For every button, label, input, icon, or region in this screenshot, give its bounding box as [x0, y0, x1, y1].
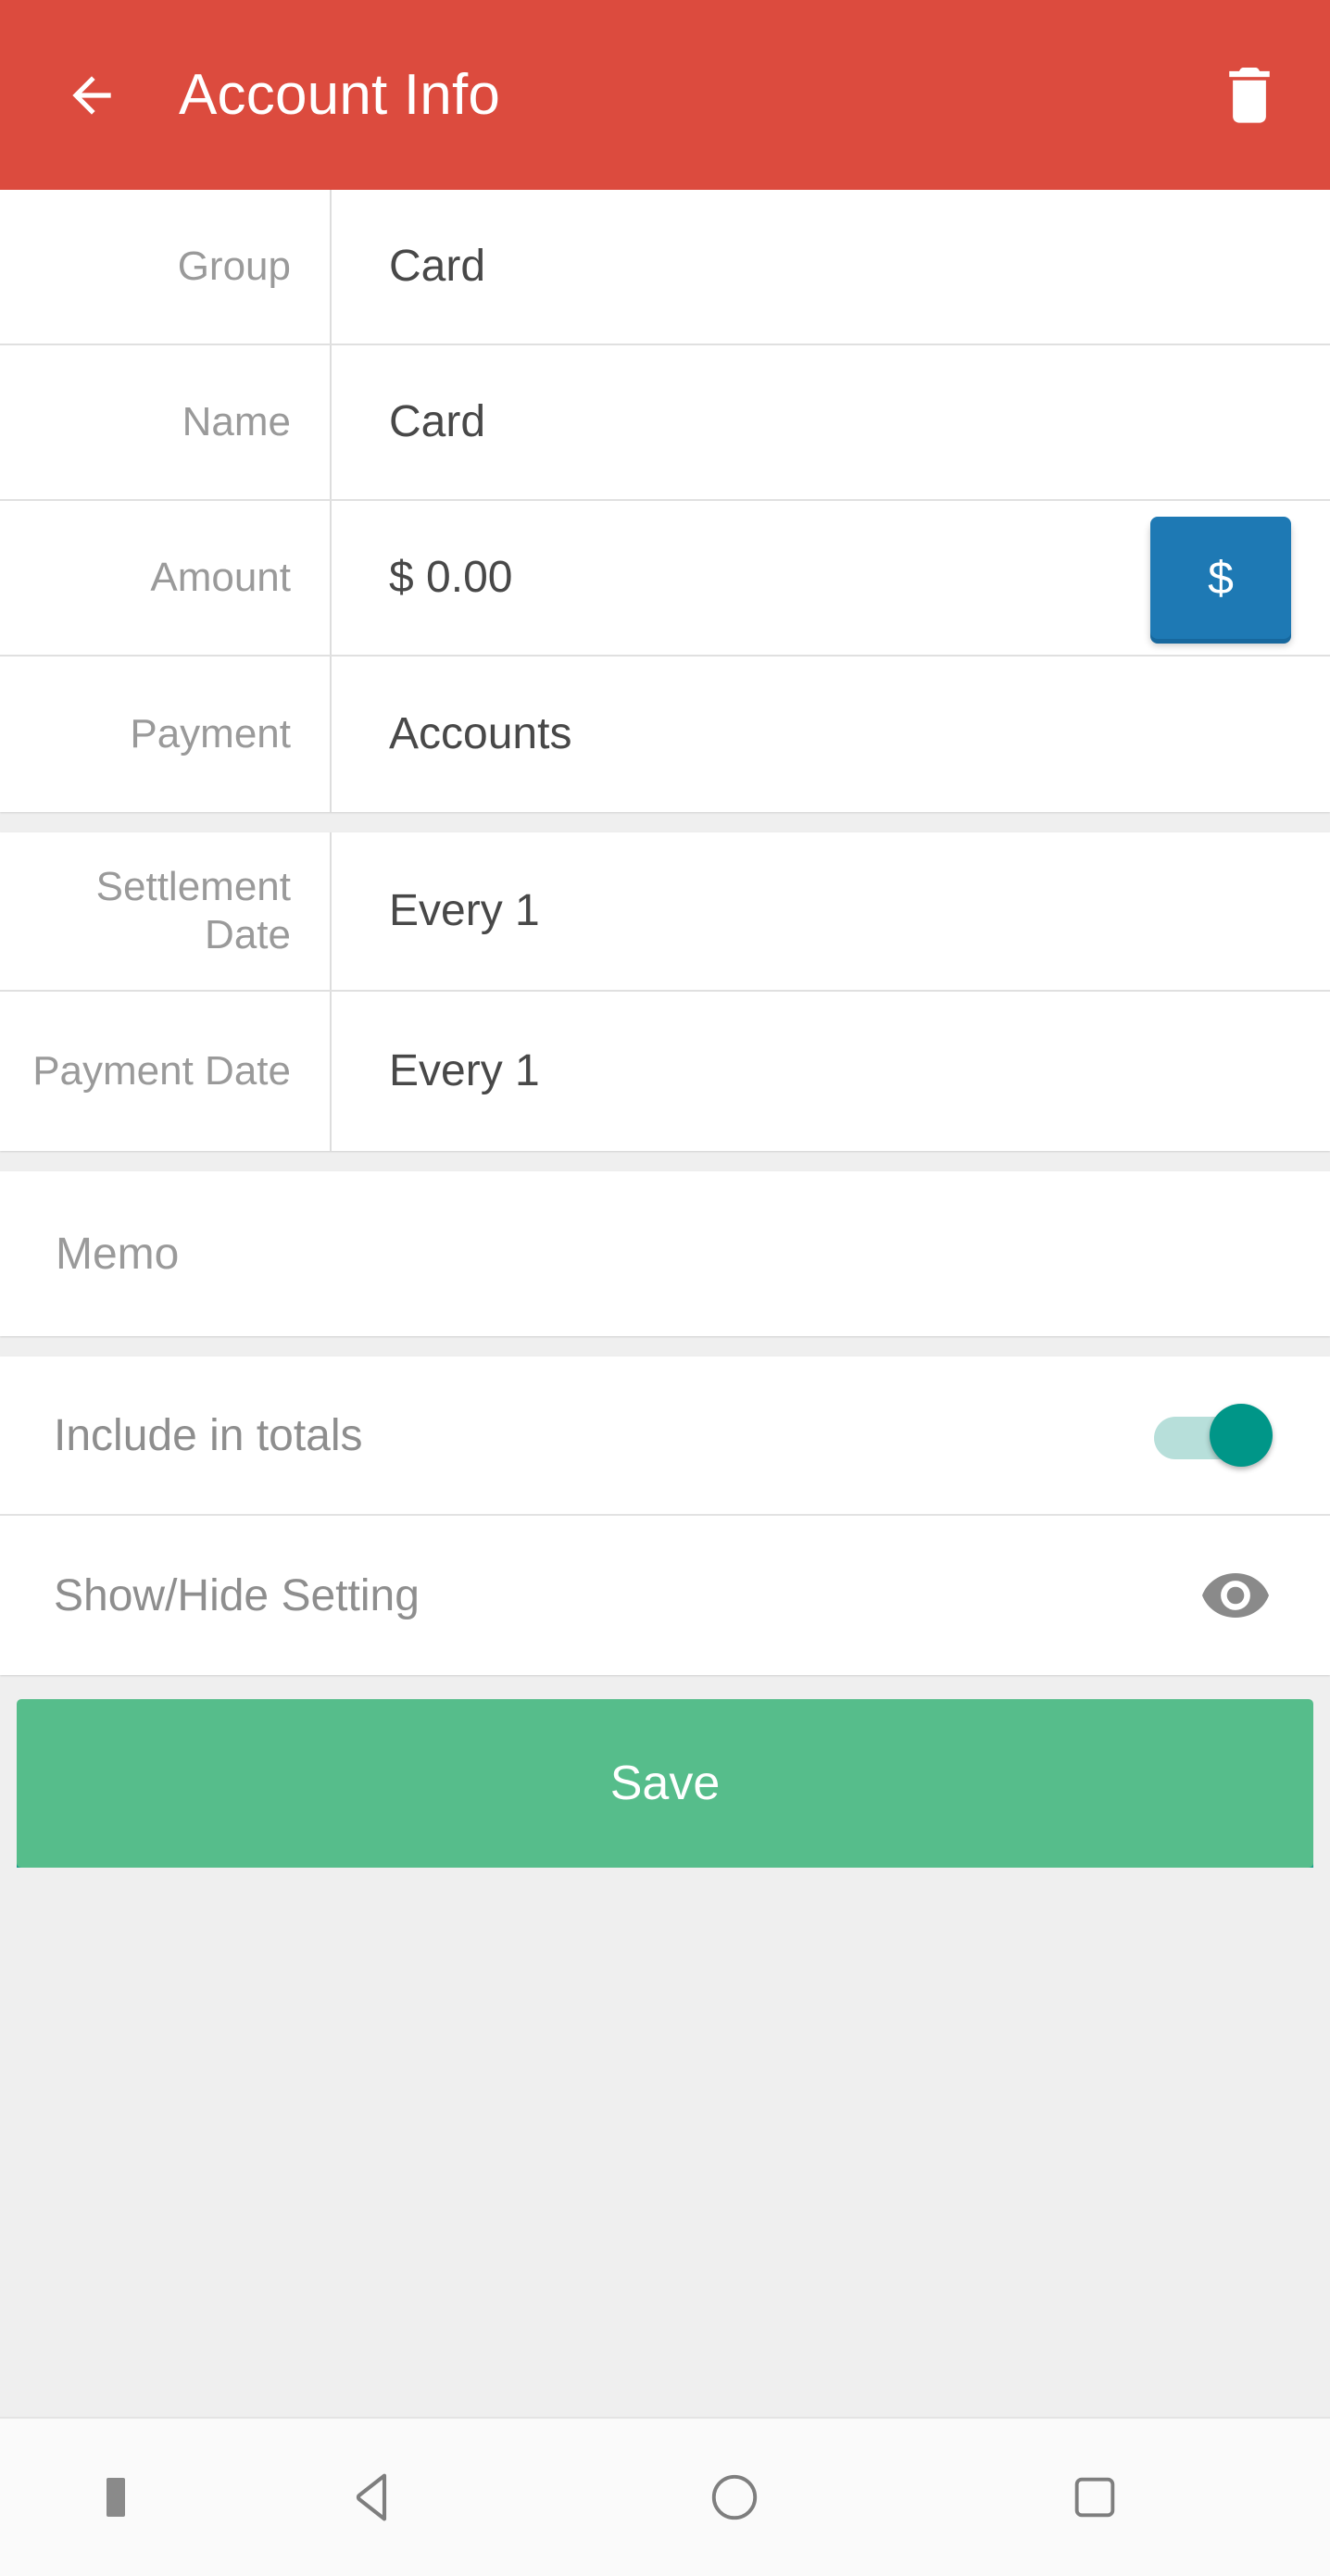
- field-row-amount[interactable]: Amount $ 0.00 $: [0, 501, 1330, 657]
- field-value-amount[interactable]: $ 0.00 $: [332, 501, 1330, 655]
- trash-icon[interactable]: [1223, 64, 1276, 127]
- save-button-container: Save: [0, 1675, 1330, 1868]
- section-divider-2: [0, 1151, 1330, 1171]
- account-info-screen: Account Info Group Card Name Card Amount…: [0, 0, 1330, 2576]
- setting-row-include-in-totals[interactable]: Include in totals: [0, 1357, 1330, 1516]
- section-memo: Memo: [0, 1171, 1330, 1336]
- field-row-name[interactable]: Name Card: [0, 345, 1330, 501]
- form-content: Group Card Name Card Amount $ 0.00 $ Pay…: [0, 190, 1330, 2417]
- nav-back-icon[interactable]: [194, 2467, 555, 2528]
- field-value-payment-text: Accounts: [389, 708, 572, 758]
- app-bar: Account Info: [0, 0, 1330, 195]
- field-value-settlement-date-text: Every 1: [389, 885, 540, 935]
- field-value-amount-text: $ 0.00: [389, 552, 513, 602]
- field-value-payment[interactable]: Accounts: [332, 657, 1330, 812]
- setting-label-include-in-totals: Include in totals: [54, 1410, 363, 1460]
- section-settings: Include in totals Show/Hide Setting: [0, 1357, 1330, 1675]
- setting-label-show-hide: Show/Hide Setting: [54, 1570, 420, 1620]
- content-filler: [0, 1868, 1330, 2417]
- field-label-payment: Payment: [0, 657, 332, 812]
- field-row-settlement-date[interactable]: Settlement Date Every 1: [0, 832, 1330, 992]
- field-value-name-text: Card: [389, 396, 486, 446]
- field-label-amount: Amount: [0, 501, 332, 655]
- menu-dot-shape: [107, 2478, 125, 2517]
- field-value-group-text: Card: [389, 241, 486, 291]
- include-in-totals-toggle[interactable]: [1154, 1404, 1273, 1467]
- currency-button[interactable]: $: [1150, 517, 1291, 639]
- field-label-payment-date: Payment Date: [0, 992, 332, 1151]
- nav-recents-icon[interactable]: [914, 2470, 1274, 2524]
- field-label-name: Name: [0, 345, 332, 499]
- menu-dot-indicator[interactable]: [37, 2478, 194, 2517]
- field-value-payment-date[interactable]: Every 1: [332, 992, 1330, 1151]
- nav-home-icon[interactable]: [555, 2469, 915, 2526]
- section-dates: Settlement Date Every 1 Payment Date Eve…: [0, 832, 1330, 1151]
- setting-row-show-hide[interactable]: Show/Hide Setting: [0, 1516, 1330, 1675]
- field-row-payment-date[interactable]: Payment Date Every 1: [0, 992, 1330, 1151]
- field-row-payment[interactable]: Payment Accounts: [0, 657, 1330, 812]
- memo-placeholder: Memo: [56, 1229, 180, 1279]
- section-divider-3: [0, 1336, 1330, 1357]
- save-button[interactable]: Save: [17, 1699, 1313, 1868]
- eye-icon[interactable]: [1202, 1572, 1269, 1619]
- arrow-left-icon[interactable]: [63, 67, 120, 124]
- toggle-knob: [1210, 1404, 1273, 1467]
- section-divider-1: [0, 812, 1330, 832]
- field-value-settlement-date[interactable]: Every 1: [332, 832, 1330, 990]
- field-label-settlement-date: Settlement Date: [0, 832, 332, 990]
- system-navigation-bar: [0, 2417, 1330, 2576]
- memo-input[interactable]: Memo: [0, 1171, 1330, 1336]
- field-value-group[interactable]: Card: [332, 190, 1330, 344]
- section-main-fields: Group Card Name Card Amount $ 0.00 $ Pay…: [0, 190, 1330, 812]
- field-row-group[interactable]: Group Card: [0, 190, 1330, 345]
- page-title: Account Info: [179, 63, 501, 127]
- field-value-name[interactable]: Card: [332, 345, 1330, 499]
- field-label-group: Group: [0, 190, 332, 344]
- field-value-payment-date-text: Every 1: [389, 1045, 540, 1095]
